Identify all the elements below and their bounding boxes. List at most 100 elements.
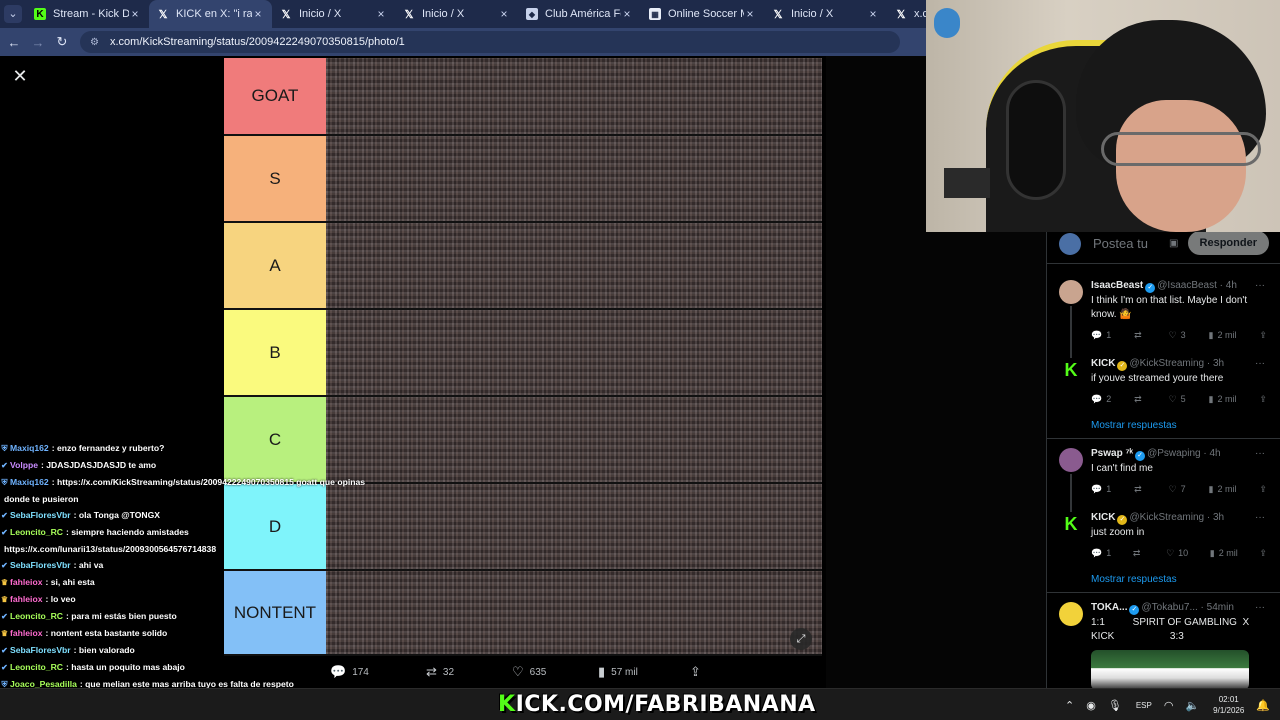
volume-icon[interactable]: 🔈: [1185, 699, 1199, 712]
reply-input[interactable]: Postea tu: [1093, 236, 1155, 251]
tweet-text: I can't find me: [1091, 463, 1153, 474]
repost-button[interactable]: ⇄ 32: [426, 664, 512, 680]
tab-7[interactable]: 𝕏 Inicio / X ×: [764, 0, 887, 28]
views-button[interactable]: ▮ 2 mil: [1209, 484, 1237, 495]
app-tray-icon[interactable]: ◉: [1086, 699, 1096, 712]
reply-button[interactable]: 💬 1: [1091, 548, 1111, 559]
more-options-icon[interactable]: ···: [1255, 512, 1265, 523]
media-icon[interactable]: ▣: [1169, 238, 1179, 250]
author-handle: @IsaacBeast: [1157, 280, 1217, 291]
repost-button[interactable]: ⇄: [1134, 394, 1146, 405]
close-tab-icon[interactable]: ×: [252, 7, 264, 21]
site-info-icon[interactable]: ⚙: [90, 37, 102, 48]
url-text: x.com/KickStreaming/status/2009422249070…: [110, 36, 405, 48]
more-options-icon[interactable]: ···: [1255, 358, 1265, 369]
tweet-header: KICK ✓ @KickStreaming · 3h: [1091, 512, 1225, 525]
more-options-icon[interactable]: ···: [1255, 448, 1265, 459]
tier-images: [326, 484, 822, 571]
like-button[interactable]: ♡ 635: [512, 664, 598, 680]
reply-button[interactable]: 💬 1: [1091, 484, 1111, 495]
more-options-icon[interactable]: ···: [1255, 602, 1265, 613]
tier-images: [326, 223, 822, 310]
tab-6[interactable]: ▦ Online Soccer Manag×: [641, 0, 764, 28]
reply-submit-button[interactable]: Responder: [1187, 231, 1269, 255]
wifi-icon[interactable]: ◠: [1164, 699, 1174, 712]
microphone-icon[interactable]: 🎙: [1108, 699, 1122, 712]
author-name[interactable]: KICK: [1091, 358, 1115, 369]
heart-icon: ♡: [1168, 394, 1177, 404]
bar-chart-icon: ▮: [598, 664, 606, 679]
reload-icon[interactable]: ↻: [50, 34, 74, 50]
share-icon[interactable]: ⇪: [1259, 394, 1267, 405]
heart-icon: ♡: [1166, 548, 1175, 558]
tab-1[interactable]: K Stream - Kick Dashbo×: [26, 0, 149, 28]
author-name[interactable]: KICK: [1091, 512, 1115, 523]
tab-title: Online Soccer Manag: [668, 8, 744, 20]
tweet-stats: 💬 2 ⇄ ♡ 5 ▮ 2 mil ⇪: [1091, 394, 1267, 405]
chat-username: Leoncito_RC: [10, 662, 63, 672]
author-name[interactable]: Pswap ⁷ᵏ: [1091, 448, 1133, 459]
repost-button[interactable]: ⇄: [1133, 548, 1145, 559]
thread-connector: [1070, 306, 1072, 358]
forward-arrow-icon[interactable]: →: [26, 35, 50, 50]
tab-5[interactable]: ◆ Club América Femen×: [518, 0, 641, 28]
like-button[interactable]: ♡ 7: [1169, 484, 1186, 495]
like-button[interactable]: ♡ 5: [1169, 394, 1186, 405]
share-button[interactable]: ⇪: [690, 664, 707, 680]
close-tab-icon[interactable]: ×: [744, 7, 756, 21]
share-icon[interactable]: ⇪: [1259, 484, 1267, 495]
clock[interactable]: 02:01 9/1/2026: [1213, 694, 1244, 716]
avatar[interactable]: [1059, 448, 1083, 472]
share-icon[interactable]: ⇪: [1259, 330, 1267, 341]
tweet-time[interactable]: 4h: [1226, 280, 1237, 291]
avatar[interactable]: K: [1059, 358, 1083, 382]
tab-4[interactable]: 𝕏 Inicio / X ×: [395, 0, 518, 28]
expand-icon[interactable]: ⤢: [790, 628, 812, 650]
chevron-up-icon[interactable]: ⌃: [1065, 699, 1074, 712]
chat-message: ♛ fahleiox: lo veo: [0, 591, 370, 608]
avatar[interactable]: [1059, 280, 1083, 304]
close-tab-icon[interactable]: ×: [621, 7, 633, 21]
language-indicator[interactable]: ESP: [1136, 701, 1152, 710]
like-button[interactable]: ♡ 10: [1166, 548, 1188, 559]
close-tab-icon[interactable]: ×: [867, 7, 879, 21]
close-tab-icon[interactable]: ×: [129, 7, 141, 21]
show-replies-link[interactable]: Mostrar respuestas: [1091, 420, 1177, 431]
chat-message: ✔ SebaFloresVbr: ahi va: [0, 557, 370, 574]
chat-username: SebaFloresVbr: [10, 645, 71, 655]
views-button[interactable]: ▮ 2 mil: [1209, 394, 1237, 405]
tier-images: [326, 136, 822, 223]
close-tab-icon[interactable]: ×: [498, 7, 510, 21]
tab-2[interactable]: 𝕏 KICK en X: "i ranked e×: [149, 0, 272, 28]
notification-icon[interactable]: 🔔: [1256, 699, 1270, 712]
share-icon[interactable]: ⇪: [1259, 548, 1267, 559]
show-replies-link[interactable]: Mostrar respuestas: [1091, 574, 1177, 585]
close-tab-icon[interactable]: ×: [375, 7, 387, 21]
tier-images: [326, 310, 822, 397]
reply-button[interactable]: 💬 2: [1091, 394, 1111, 405]
close-icon[interactable]: ✕: [12, 67, 28, 85]
avatar[interactable]: [1059, 602, 1083, 626]
views-button[interactable]: ▮ 2 mil: [1209, 330, 1237, 341]
author-name[interactable]: TOKA...: [1091, 602, 1127, 613]
tab-3[interactable]: 𝕏 Inicio / X ×: [272, 0, 395, 28]
more-options-icon[interactable]: ···: [1255, 280, 1265, 291]
tweet-time[interactable]: 3h: [1213, 512, 1224, 523]
tier-label: B: [224, 310, 326, 397]
url-bar[interactable]: ⚙ x.com/KickStreaming/status/20094222490…: [80, 31, 900, 53]
tweet-time[interactable]: 54min: [1207, 602, 1234, 613]
reply-button[interactable]: 💬 1: [1091, 330, 1111, 341]
avatar[interactable]: K: [1059, 512, 1083, 536]
author-name[interactable]: IsaacBeast: [1091, 280, 1143, 291]
webcam-overlay: [926, 0, 1280, 232]
video-thumbnail[interactable]: [1091, 650, 1249, 690]
back-arrow-icon[interactable]: ←: [2, 35, 26, 50]
repost-button[interactable]: ⇄: [1134, 484, 1146, 495]
repost-button[interactable]: ⇄: [1134, 330, 1146, 341]
tweet-time[interactable]: 4h: [1209, 448, 1220, 459]
tweet-time[interactable]: 3h: [1213, 358, 1224, 369]
views-button[interactable]: ▮ 2 mil: [1210, 548, 1238, 559]
like-button[interactable]: ♡ 3: [1169, 330, 1186, 341]
tab-search-button[interactable]: ⌄: [0, 0, 26, 28]
views-button[interactable]: ▮ 57 mil: [598, 664, 690, 680]
